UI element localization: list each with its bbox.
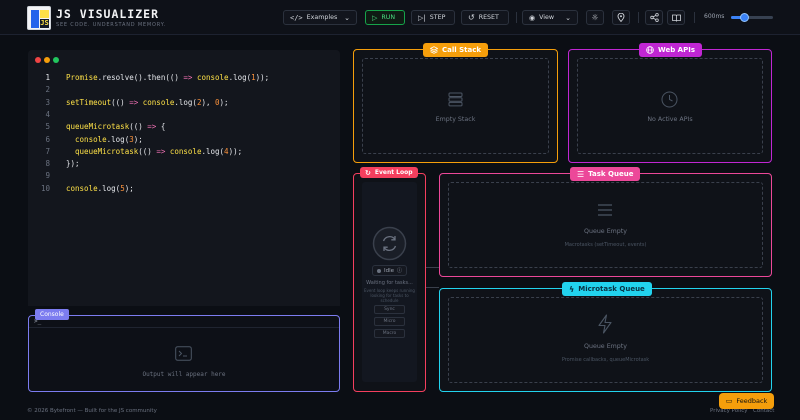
line-number: 1 (45, 73, 50, 82)
lightning-icon: ϟ (569, 284, 575, 294)
call-stack-empty-text: Empty Stack (435, 116, 476, 123)
step-button[interactable]: ▷| STEP (411, 10, 455, 25)
line-number: 8 (45, 159, 50, 169)
terminal-icon (175, 346, 192, 361)
line-number: 9 (45, 171, 50, 181)
chat-icon: ▭ (725, 397, 733, 405)
line-number: 3 (45, 97, 50, 107)
line-number: 7 (45, 146, 50, 156)
share-icon (649, 13, 659, 22)
microtask-queue-dropzone (448, 297, 763, 383)
console-placeholder: Output will appear here (142, 371, 226, 378)
app-title: JS VISUALIZER (56, 7, 160, 21)
speed-slider[interactable] (731, 13, 773, 22)
sun-icon: ☼ (591, 13, 599, 22)
task-queue-hint: Macrotasks (setTimeout, events) (564, 242, 647, 248)
examples-dropdown[interactable]: </> Examples ⌄ (283, 10, 357, 25)
app-logo: JS (27, 6, 51, 30)
window-minimize-dot (44, 57, 50, 63)
console-divider (29, 327, 339, 328)
view-dropdown[interactable]: ◉ View ⌄ (522, 10, 578, 25)
event-loop-tag: ↻ Event Loop (360, 167, 418, 178)
task-queue-dropzone (448, 182, 763, 268)
event-loop-status: Idle ⓘ (372, 265, 407, 276)
code-line[interactable]: Promise.resolve().then(() => console.log… (66, 73, 269, 82)
web-apis-tag: Web APIs (639, 43, 702, 57)
chevron-down-icon: ⌄ (344, 13, 350, 22)
step-forward-icon: ▷| (418, 13, 426, 22)
connector-line (426, 267, 439, 268)
share-button[interactable] (645, 10, 663, 25)
line-number: 10 (40, 183, 50, 193)
line-number: 6 (45, 134, 50, 144)
list-icon: ☰ (577, 169, 585, 179)
microtask-queue-hint: Promise callbacks, queueMicrotask (561, 357, 650, 363)
task-queue-tag: ☰ Task Queue (570, 167, 641, 181)
status-dot-icon (376, 268, 381, 273)
event-loop-spinner-icon (372, 226, 407, 261)
code-line[interactable]: queueMicrotask(() => { (66, 122, 165, 131)
code-line[interactable]: queueMicrotask(() => console.log(4)); (66, 147, 242, 156)
run-button[interactable]: ▷ RUN (365, 10, 405, 25)
stack-icon (448, 92, 463, 107)
layers-icon (430, 46, 438, 54)
window-close-dot (35, 57, 41, 63)
code-line[interactable]: console.log(5); (66, 184, 134, 193)
chevron-down-icon: ⌄ (565, 13, 571, 22)
lightning-bolt-icon (598, 314, 612, 334)
theme-toggle-button[interactable]: ☼ (586, 10, 604, 25)
event-loop-waiting: Waiting for tasks... (366, 280, 413, 286)
eye-icon: ◉ (529, 13, 536, 22)
book-icon (671, 14, 681, 22)
console-prompt: >_ (34, 318, 42, 325)
toolbar-divider (516, 12, 517, 23)
connector-line (426, 287, 439, 288)
speed-label: 600ms (704, 13, 725, 20)
code-line[interactable]: console.log(3); (66, 135, 143, 144)
feedback-button[interactable]: ▭ Feedback (719, 393, 774, 409)
clock-icon (661, 91, 678, 108)
docs-button[interactable] (667, 10, 685, 25)
reset-button[interactable]: ↺ RESET (461, 10, 509, 25)
map-pin-icon (617, 13, 625, 22)
line-number: 4 (45, 109, 50, 119)
window-maximize-dot (53, 57, 59, 63)
speed-slider-knob[interactable] (739, 13, 749, 22)
queue-list-icon (598, 204, 612, 216)
globe-icon (646, 46, 654, 54)
phase-chip-macro: Macro (374, 329, 405, 338)
phase-chip-sync: Sync (374, 305, 405, 314)
microtask-queue-empty-text: Queue Empty (584, 343, 627, 350)
code-icon: </> (290, 13, 303, 22)
code-line[interactable]: }); (66, 159, 80, 168)
microtask-queue-tag: ϟ Microtask Queue (562, 282, 652, 296)
line-number: 5 (45, 122, 50, 132)
line-number: 2 (45, 85, 50, 95)
reset-icon: ↺ (468, 13, 475, 22)
location-button[interactable] (612, 10, 630, 25)
toolbar-divider (638, 12, 639, 23)
task-queue-empty-text: Queue Empty (584, 228, 627, 235)
app-subtitle: SEE CODE. UNDERSTAND MEMORY. (56, 22, 166, 28)
code-line[interactable]: setTimeout(() => console.log(2), 0); (66, 98, 229, 107)
event-loop-hint: Event loop keeps running looking for tas… (364, 288, 415, 303)
footer-copyright: © 2026 Bytefront — Built for the JS comm… (27, 408, 157, 414)
info-icon: ⓘ (397, 268, 403, 274)
call-stack-tag: Call Stack (423, 43, 489, 57)
toolbar-divider (694, 12, 695, 23)
refresh-icon: ↻ (365, 168, 371, 177)
web-apis-empty-text: No Active APIs (647, 116, 693, 123)
code-editor[interactable] (28, 50, 340, 306)
play-icon: ▷ (372, 13, 378, 22)
phase-chip-micro: Micro (374, 317, 405, 326)
